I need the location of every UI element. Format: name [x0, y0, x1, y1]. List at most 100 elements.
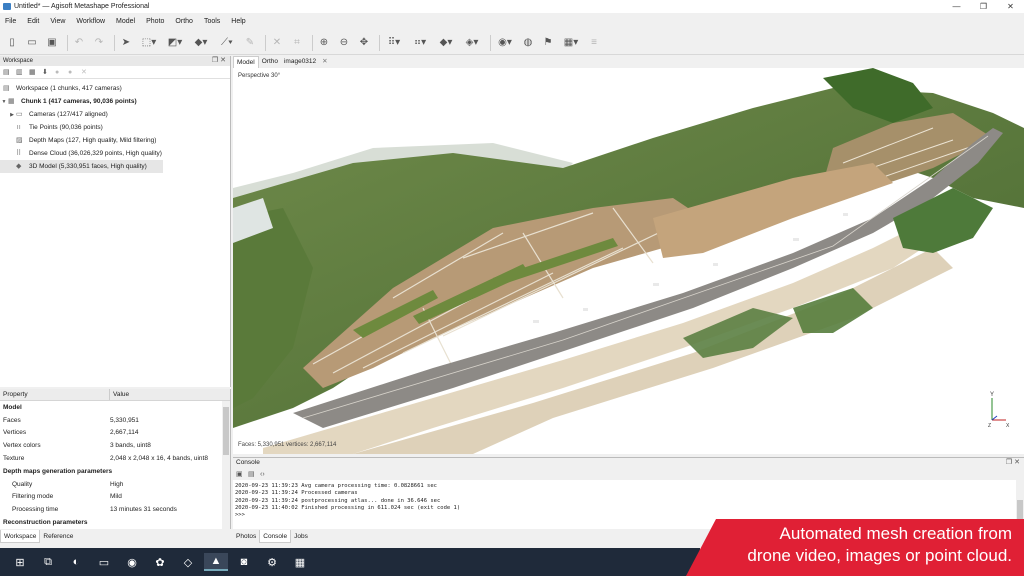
- save-icon[interactable]: ▣: [44, 35, 60, 51]
- clear-log-icon[interactable]: ▤: [248, 471, 257, 478]
- nvidia-app-icon[interactable]: ◙: [232, 553, 256, 571]
- workspace-toolbar: ▤ ▥ ▦ ⬇ ● ● ✕: [0, 66, 230, 79]
- scrollbar-thumb[interactable]: [223, 407, 229, 455]
- scrollbar-thumb[interactable]: [1017, 500, 1023, 520]
- new-document-icon[interactable]: ▯: [4, 35, 20, 51]
- menu-edit[interactable]: Edit: [27, 18, 39, 25]
- reset-view-icon[interactable]: ✥: [356, 35, 372, 51]
- navigation-pointer-icon[interactable]: ➤: [118, 35, 134, 51]
- property-row: Texture 2,048 x 2,048 x 16, 4 bands, uint…: [3, 455, 208, 463]
- task-view-icon[interactable]: ⧉: [36, 553, 60, 571]
- tab-jobs[interactable]: Jobs: [291, 530, 311, 543]
- show-points-icon[interactable]: ⠶▾: [409, 35, 431, 51]
- draw-polyline-icon[interactable]: ✎: [242, 35, 258, 51]
- disable-item-icon[interactable]: ●: [68, 69, 77, 76]
- depth-maps-icon: ▨: [16, 137, 23, 144]
- media-app-icon[interactable]: ▦: [288, 553, 312, 571]
- menu-file[interactable]: File: [5, 18, 16, 25]
- unity-app-icon[interactable]: ◇: [176, 553, 200, 571]
- tab-reference[interactable]: Reference: [40, 530, 76, 543]
- tree-item-tie-points[interactable]: ⠶ Tie Points (90,036 points): [0, 121, 230, 134]
- tab-workspace[interactable]: Workspace: [0, 530, 41, 543]
- open-folder-icon[interactable]: ▭: [24, 35, 40, 51]
- model-selection-icon[interactable]: ◩▾: [164, 35, 186, 51]
- settings-icon[interactable]: ⚙: [260, 553, 284, 571]
- show-ortho-icon[interactable]: ≡: [586, 35, 602, 51]
- maximize-button[interactable]: ❐: [970, 0, 997, 13]
- menu-workflow[interactable]: Workflow: [76, 18, 105, 25]
- menu-view[interactable]: View: [50, 18, 65, 25]
- folder-icon: ▭: [16, 111, 23, 118]
- expand-arrow-icon[interactable]: ▶: [8, 112, 16, 118]
- tab-ortho[interactable]: Ortho: [259, 56, 281, 68]
- enable-item-icon[interactable]: ●: [55, 69, 64, 76]
- tree-item-dense-cloud[interactable]: ⠿ Dense Cloud (36,026,329 points, High q…: [0, 147, 230, 160]
- save-log-icon[interactable]: ▣: [236, 471, 245, 478]
- console-output: 2020-09-23 11:39:23 Avg camera processin…: [233, 480, 1024, 519]
- zoom-in-icon[interactable]: ⊕: [316, 35, 332, 51]
- add-folder-icon[interactable]: ▦: [29, 69, 38, 76]
- zoom-out-icon[interactable]: ⊖: [336, 35, 352, 51]
- delete-item-icon[interactable]: ✕: [81, 69, 90, 76]
- windows-taskbar: ⊞ ⧉ ◐ ▭ ◉ ✿ ◇ ▲ ◙ ⚙ ▦: [0, 548, 700, 576]
- run-script-icon[interactable]: ‹›: [260, 471, 269, 478]
- rectangle-selection-icon[interactable]: ⬚▾: [138, 35, 160, 51]
- close-tab-icon[interactable]: ✕: [319, 56, 330, 68]
- tree-item-depth-maps[interactable]: ▨ Depth Maps (127, High quality, Mild fi…: [0, 134, 230, 147]
- close-button[interactable]: ✕: [997, 0, 1024, 13]
- tree-item-workspace[interactable]: ▤ Workspace (1 chunks, 417 cameras): [0, 82, 230, 95]
- tab-console[interactable]: Console: [259, 530, 292, 543]
- column-value[interactable]: Value: [110, 389, 129, 400]
- file-explorer-icon[interactable]: ▭: [92, 553, 116, 571]
- minimize-button[interactable]: —: [943, 0, 970, 13]
- camera-capture-icon[interactable]: ◉▾: [494, 35, 516, 51]
- start-menu-icon[interactable]: ⊞: [8, 553, 32, 571]
- tree-item-cameras[interactable]: ▶ ▭ Cameras (127/417 aligned): [0, 108, 230, 121]
- tab-image[interactable]: image0312: [281, 56, 319, 68]
- menu-tools[interactable]: Tools: [204, 18, 220, 25]
- show-model-icon[interactable]: ◆▾: [435, 35, 457, 51]
- tree-item-label: Depth Maps (127, High quality, Mild filt…: [29, 137, 157, 144]
- axis-y-label: Y: [990, 392, 994, 398]
- undo-icon[interactable]: ↶: [71, 35, 87, 51]
- crop-selection-icon[interactable]: ⌗: [289, 35, 305, 51]
- view-tabs: Model Ortho image0312 ✕: [233, 56, 1024, 68]
- property-row: Quality High: [12, 480, 124, 488]
- menu-bar: File Edit View Workflow Model Photo Orth…: [0, 15, 1024, 28]
- chunk-icon: ▦: [8, 98, 15, 105]
- show-images-icon[interactable]: ▦▾: [560, 35, 582, 51]
- show-markers-icon[interactable]: ⚑: [540, 35, 556, 51]
- show-tiled-model-icon[interactable]: ◈▾: [461, 35, 483, 51]
- menu-photo[interactable]: Photo: [146, 18, 164, 25]
- add-photos-icon[interactable]: ▥: [16, 69, 25, 76]
- redo-icon[interactable]: ↷: [91, 35, 107, 51]
- panel-float-close-icons[interactable]: ❐ ✕: [212, 56, 226, 66]
- teams-app-icon[interactable]: ✿: [148, 553, 172, 571]
- tab-model[interactable]: Model: [233, 56, 259, 68]
- tree-item-3d-model[interactable]: ◆ 3D Model (5,330,951 faces, High qualit…: [0, 160, 163, 173]
- edge-browser-icon[interactable]: ◐: [64, 553, 88, 571]
- panel-float-close-icons[interactable]: ❐ ✕: [1006, 458, 1020, 468]
- properties-scrollbar[interactable]: [222, 401, 230, 529]
- console-prompt[interactable]: >>>: [235, 512, 1022, 519]
- shaded-view-icon[interactable]: ◍: [520, 35, 536, 51]
- ruler-icon[interactable]: ⟋▾: [216, 35, 238, 51]
- properties-header: Property Value: [0, 389, 230, 401]
- left-panel-tabs: Workspace Reference: [0, 530, 232, 543]
- menu-help[interactable]: Help: [231, 18, 245, 25]
- region-tool-icon[interactable]: ◆▾: [190, 35, 212, 51]
- tab-photos[interactable]: Photos: [233, 530, 259, 543]
- column-property[interactable]: Property: [0, 389, 110, 400]
- toolbar: ▯ ▭ ▣ ↶ ↷ ➤ ⬚▾ ◩▾ ◆▾ ⟋▾ ✎ ✕ ⌗ ⊕ ⊖ ✥ ⠿▾ ⠶…: [0, 31, 1024, 55]
- add-chunk-icon[interactable]: ▤: [3, 69, 12, 76]
- word-app-icon[interactable]: ◉: [120, 553, 144, 571]
- menu-model[interactable]: Model: [116, 18, 135, 25]
- model-viewport[interactable]: Perspective 30° Faces: 5,330,951 vertice…: [233, 68, 1024, 454]
- delete-selection-icon[interactable]: ✕: [269, 35, 285, 51]
- tree-item-chunk[interactable]: ▼ ▦ Chunk 1 (417 cameras, 90,036 points): [0, 95, 230, 108]
- show-cameras-icon[interactable]: ⠿▾: [383, 35, 405, 51]
- expand-arrow-icon[interactable]: ▼: [0, 99, 8, 105]
- metashape-app-icon[interactable]: ▲: [204, 553, 228, 571]
- remove-items-icon[interactable]: ⬇: [42, 69, 51, 76]
- menu-ortho[interactable]: Ortho: [175, 18, 193, 25]
